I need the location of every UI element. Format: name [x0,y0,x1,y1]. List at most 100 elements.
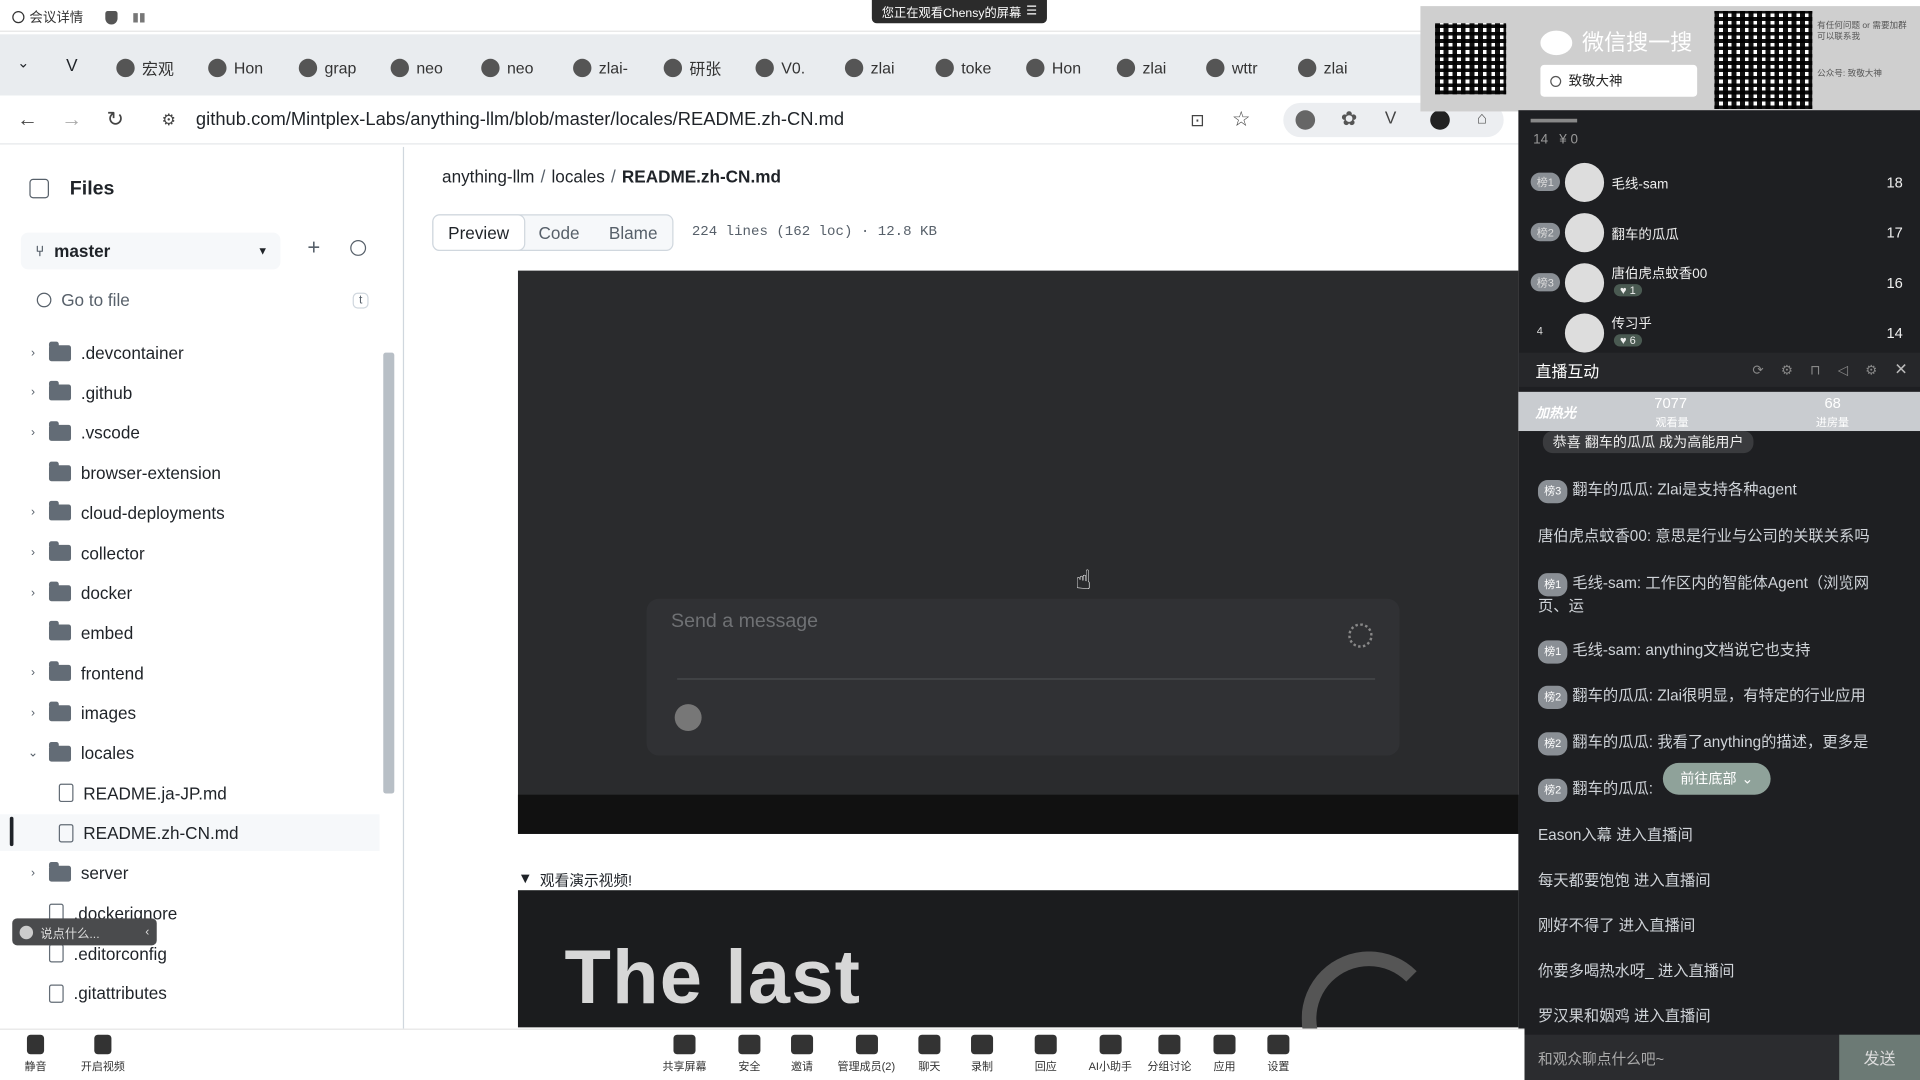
branch-selector[interactable]: ⑂ master ▼ [20,232,281,270]
toolbar-button[interactable]: 分组讨论 [1147,1034,1191,1074]
tree-chevron-icon[interactable]: › [22,706,44,719]
toolbar-button[interactable]: 开启视频 [81,1034,125,1074]
browser-tab[interactable]: zlai [844,54,895,81]
tree-chevron-icon[interactable]: › [22,586,44,599]
gear-extension-icon[interactable]: ✿ [1341,107,1357,131]
browser-tab[interactable]: 研张 [663,54,721,81]
toolbar-button[interactable]: 设置 [1267,1034,1289,1074]
tree-file[interactable]: README.ja-JP.md [0,775,380,812]
tree-file[interactable]: .gitattributes [0,975,380,1012]
url-text[interactable]: github.com/Mintplex-Labs/anything-llm/bl… [196,109,844,130]
toolbar-button[interactable]: 应用 [1213,1034,1236,1074]
rank-row[interactable]: 榜2 翻车的瓜瓜 17 [1518,207,1920,256]
folder-icon [48,341,72,361]
share-banner[interactable]: 您正在观看Chensy的屏幕 ☰ [871,0,1047,24]
tree-item-label: README.zh-CN.md [83,823,239,843]
collapse-hint-icon[interactable]: ‹ [145,925,149,938]
search-files-icon[interactable] [350,240,367,256]
address-bar: ← → ↻ ⚙ github.com/Mintplex-Labs/anythin… [0,95,1519,145]
tree-chevron-icon[interactable]: › [22,866,44,879]
tree-chevron-icon[interactable]: › [22,386,44,399]
tree-folder[interactable]: › .devcontainer [0,334,380,371]
browser-tab[interactable]: wttr [1206,54,1258,81]
rank-row[interactable]: 榜1 毛线-sam 18 [1518,157,1920,206]
tree-chevron-icon[interactable]: › [22,426,44,439]
browser-tab[interactable]: toke [935,54,991,81]
wechat-search-box: 致敬大神 [1540,64,1698,97]
browser-tab[interactable]: zlai [1297,54,1348,81]
tab-list-dropdown-icon[interactable]: ⌄ [17,54,29,71]
browser-tab[interactable]: zlai- [573,54,628,81]
tab-preview[interactable]: Preview [432,214,526,252]
toolbar-button[interactable]: 安全 [738,1034,760,1074]
demo-video[interactable]: Send a message ☝ [517,270,1519,834]
toolbar-button[interactable]: 聊天 [918,1034,940,1074]
meeting-title[interactable]: 会议详情 ▮▮ [12,7,146,27]
tree-folder[interactable]: › images [0,695,380,732]
browser-tab[interactable]: neo [390,54,443,81]
toolbar-button[interactable]: 静音 [24,1034,47,1074]
browser-tab[interactable]: 宏观 [116,54,174,81]
goto-bottom-button[interactable]: 前往底部 ⌄ [1662,762,1771,795]
tree-chevron-icon[interactable]: › [22,546,44,559]
back-icon[interactable]: ← [17,108,44,132]
tree-folder[interactable]: embed [0,615,380,652]
close-icon[interactable]: ✕ [1894,360,1907,380]
toolbar-button[interactable]: 管理成员(2) [838,1034,895,1074]
level-badge: 榜2 [1537,778,1568,803]
tree-folder[interactable]: › frontend [0,655,380,692]
browser-tab[interactable]: V0. [755,54,805,81]
go-to-file-placeholder: Go to file [61,290,130,310]
tab-code[interactable]: Code [524,216,594,250]
profile-extension-icon[interactable] [1430,110,1450,130]
browser-tab[interactable]: Hon [208,54,263,81]
browser-tab[interactable]: neo [481,54,534,81]
tab-blame[interactable]: Blame [594,216,672,250]
tree-folder[interactable]: › .vscode [0,414,380,451]
tree-scrollbar[interactable] [383,352,395,794]
tree-folder[interactable]: › collector [0,534,380,571]
floating-chat-hint[interactable]: 说点什么... ‹ [12,918,157,946]
install-app-icon[interactable]: ⊡ [1190,110,1217,134]
chat-input[interactable]: 和观众聊点什么吧~ [1538,1048,1664,1069]
tree-chevron-icon[interactable]: › [22,666,44,679]
tree-chevron-icon[interactable]: › [22,346,44,359]
extension-icon[interactable] [1295,110,1316,130]
file-icon [48,984,64,1003]
browser-tab[interactable]: zlai [1116,54,1166,81]
rank-row[interactable]: 榜3 唐伯虎点蚊香00 ♥ 1 16 [1518,257,1920,306]
forward-icon[interactable]: → [61,108,88,132]
tree-folder[interactable]: › cloud-deployments [0,494,380,531]
boost-label[interactable]: 加热光 [1536,403,1576,423]
go-to-file-input[interactable]: Go to file t [21,282,379,319]
toolbar-button[interactable]: AI小助手 [1089,1034,1132,1074]
demo-video-2[interactable]: The last [517,890,1519,1080]
details-summary[interactable]: ▼ 观看演示视频! [518,869,632,890]
rank-row[interactable]: 4 传习乎 ♥ 6 14 [1518,307,1920,356]
browser-tab[interactable]: grap [298,54,356,81]
site-settings-icon[interactable]: ⚙ [162,110,189,134]
collapse-panel-icon[interactable] [29,178,49,199]
tree-folder[interactable]: ⌄ locales [0,735,380,772]
tree-folder[interactable]: browser-extension [0,454,380,491]
tree-folder[interactable]: › docker [0,575,380,612]
breadcrumb-dir[interactable]: locales [551,167,604,187]
vivaldi-extension-icon[interactable]: V [1385,108,1396,128]
toolbar-button[interactable]: 回应 [1034,1034,1057,1074]
breadcrumb-repo[interactable]: anything-llm [442,167,534,187]
panel-tool-icons[interactable]: ⟳⚙⊓◁⚙ [1752,362,1894,378]
tree-folder[interactable]: › .github [0,374,380,411]
toolbar-button[interactable]: 共享屏幕 [662,1034,707,1074]
tree-chevron-icon[interactable]: › [22,506,44,519]
toolbar-button[interactable]: 邀请 [791,1034,813,1074]
browser-tab[interactable]: Hon [1026,54,1081,81]
send-button[interactable]: 发送 [1839,1034,1920,1080]
reload-icon[interactable]: ↻ [107,108,134,132]
tree-item-label: cloud-deployments [80,503,225,523]
tree-chevron-icon[interactable]: ⌄ [22,746,44,759]
toolbar-button[interactable]: 录制 [971,1034,993,1074]
add-file-button[interactable]: + [307,235,320,261]
tree-folder[interactable]: › server [0,855,380,892]
tree-file[interactable]: README.zh-CN.md [0,814,380,852]
bookmark-star-icon[interactable]: ☆ [1232,108,1259,132]
